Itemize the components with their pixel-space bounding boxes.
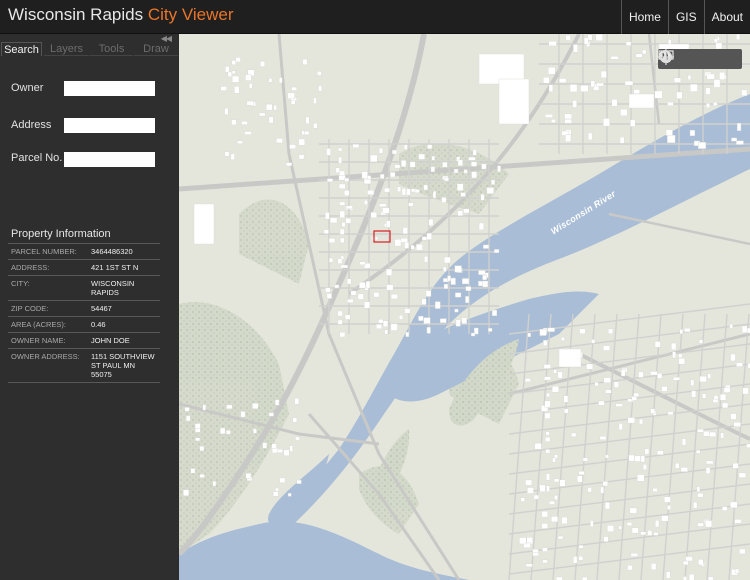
property-row: ADDRESS: 421 1ST ST N — [8, 260, 160, 276]
address-label: Address — [11, 119, 52, 131]
crosshair-icon[interactable] — [658, 49, 714, 69]
map-toolbar — [658, 49, 742, 69]
nav-gis[interactable]: GIS — [667, 0, 704, 34]
property-key: OWNER NAME: — [11, 336, 66, 345]
property-value: 0.46 — [91, 320, 106, 329]
address-input[interactable] — [64, 118, 155, 133]
sidebar-tabs: Search Layers Tools Draw — [0, 42, 178, 56]
property-key: PARCEL NUMBER: — [11, 247, 77, 256]
owner-label: Owner — [11, 82, 44, 94]
map-view[interactable]: Wisconsin River — [179, 34, 750, 580]
property-row: ZIP CODE: 54467 — [8, 301, 160, 317]
property-row: OWNER NAME: JOHN DOE — [8, 333, 160, 349]
app-title: Wisconsin Rapids City Viewer — [8, 5, 234, 25]
nav-home[interactable]: Home — [620, 0, 668, 34]
property-value: 421 1ST ST N — [91, 263, 139, 272]
property-value: 3464486320 — [91, 247, 133, 256]
property-key: ADDRESS: — [11, 263, 50, 272]
parcel-label: Parcel No. — [11, 152, 63, 164]
app-title-accent: City Viewer — [147, 5, 234, 24]
property-row: CITY: WISCONSIN RAPIDS — [8, 276, 160, 301]
owner-input[interactable] — [64, 81, 155, 96]
parcel-input[interactable] — [64, 152, 155, 167]
property-value: 54467 — [91, 304, 112, 313]
nav-about[interactable]: About — [703, 0, 750, 34]
tab-layers[interactable]: Layers — [44, 42, 89, 56]
property-key: OWNER ADDRESS: — [11, 352, 80, 361]
property-row: OWNER ADDRESS: 1151 SOUTHVIEW ST PAUL MN … — [8, 349, 160, 383]
property-info-title: Property Information — [11, 228, 111, 240]
property-key: AREA (ACRES): — [11, 320, 67, 329]
property-value: 1151 SOUTHVIEW ST PAUL MN 55075 — [91, 352, 155, 379]
property-row: AREA (ACRES): 0.46 — [8, 317, 160, 333]
double-chevron-left-icon[interactable]: ◀◀ — [161, 34, 172, 43]
tab-draw[interactable]: Draw — [134, 42, 178, 56]
top-nav: Home GIS About — [620, 0, 750, 34]
tab-search[interactable]: Search — [1, 42, 42, 56]
sidebar-panel: Search Layers Tools Draw ◀◀ Owner Addres… — [0, 34, 178, 580]
property-key: CITY: — [11, 279, 30, 288]
property-value: WISCONSIN RAPIDS — [91, 279, 135, 297]
property-key: ZIP CODE: — [11, 304, 49, 313]
app-header: Wisconsin Rapids City Viewer Home GIS Ab… — [0, 0, 750, 34]
property-info-table: PARCEL NUMBER: 3464486320 ADDRESS: 421 1ST … — [8, 243, 160, 383]
basemap[interactable] — [179, 34, 750, 580]
property-row: PARCEL NUMBER: 3464486320 — [8, 244, 160, 260]
screen-icon[interactable] — [658, 49, 742, 69]
property-value: JOHN DOE — [91, 336, 130, 345]
tab-tools[interactable]: Tools — [90, 42, 133, 56]
app-title-main: Wisconsin Rapids — [8, 5, 144, 24]
